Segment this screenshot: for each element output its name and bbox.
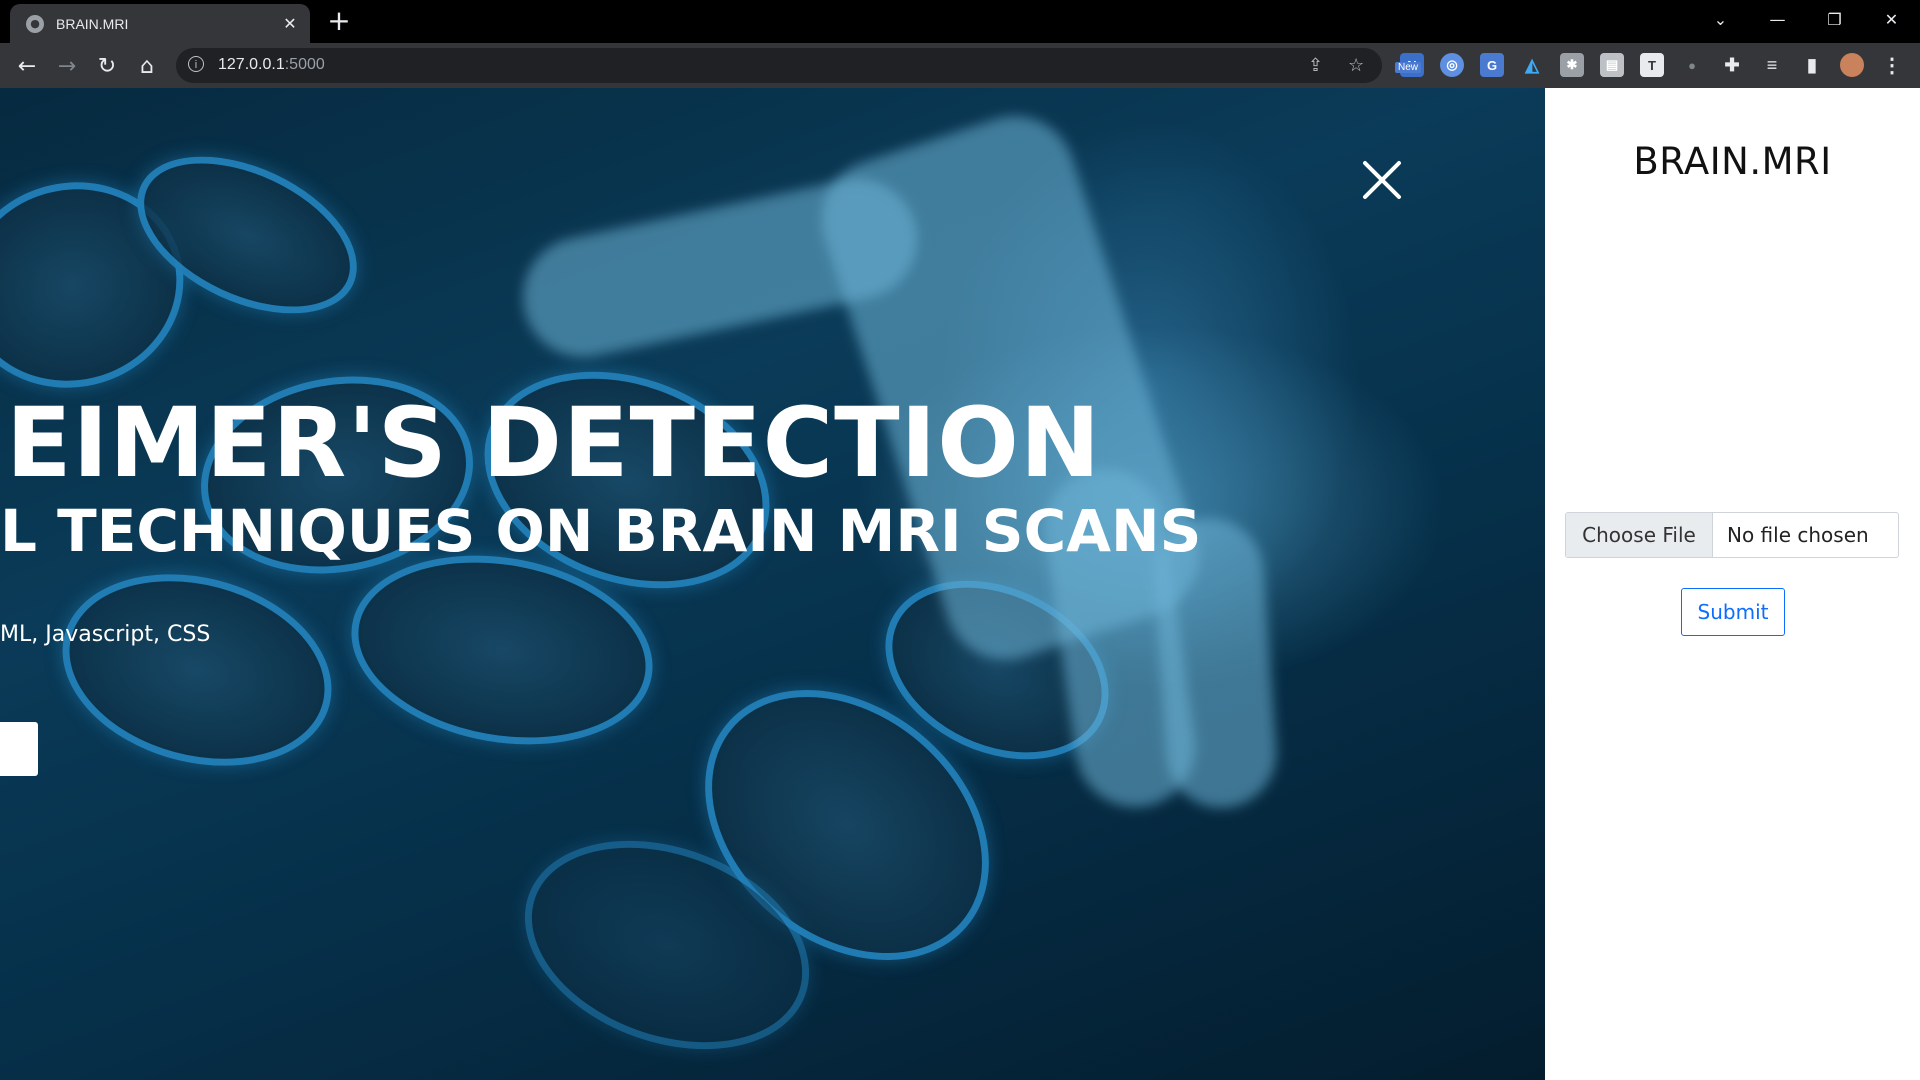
extension-puzzle-grey-icon[interactable]: ✱ [1560, 53, 1584, 77]
home-button[interactable]: ⌂ [132, 51, 162, 81]
globe-icon: ● [26, 14, 44, 33]
media-control-icon[interactable]: ≡ [1760, 53, 1784, 77]
side-panel-icon[interactable]: ▮ [1800, 53, 1824, 77]
extension-search-icon[interactable]: ◎ [1440, 53, 1464, 77]
tab-title: BRAIN.MRI [56, 15, 129, 32]
browser-menu-icon[interactable]: ⋮ [1880, 53, 1904, 77]
file-input[interactable]: Choose File No file chosen [1565, 512, 1899, 558]
extension-text-icon[interactable]: T [1640, 53, 1664, 77]
site-info-icon[interactable]: i [188, 56, 204, 72]
profile-avatar[interactable] [1840, 53, 1864, 77]
translate-icon[interactable]: G [1480, 53, 1504, 77]
extension-wave-icon[interactable]: ◭ [1520, 53, 1544, 77]
hero-title: EIMER'S DETECTION [6, 387, 1102, 499]
file-status-text: No file chosen [1727, 523, 1869, 547]
back-button[interactable]: ← [12, 51, 42, 81]
restore-button[interactable]: ❐ [1806, 0, 1863, 38]
hero-section: EIMER'S DETECTION L TECHNIQUES ON BRAIN … [0, 88, 1545, 1080]
page-viewport: EIMER'S DETECTION L TECHNIQUES ON BRAIN … [0, 88, 1920, 1080]
extension-doc-icon[interactable]: ▤ [1600, 53, 1624, 77]
upload-panel: BRAIN.MRI Choose File No file chosen Sub… [1545, 88, 1920, 1080]
tab-strip: ● BRAIN.MRI ✕ + ⌄ — ❐ ✕ [0, 0, 1920, 43]
browser-tab[interactable]: ● BRAIN.MRI ✕ [10, 4, 310, 43]
brand-title: BRAIN.MRI [1633, 140, 1832, 183]
share-icon[interactable]: ⇪ [1308, 55, 1323, 76]
extension-new-badge: New [1395, 62, 1422, 73]
reload-button[interactable]: ↻ [92, 51, 122, 81]
address-bar[interactable]: i 127.0.0.1:5000 ⇪ ☆ [176, 48, 1382, 83]
close-overlay-icon[interactable] [1360, 158, 1404, 202]
choose-file-button[interactable]: Choose File [1566, 513, 1713, 557]
new-tab-button[interactable]: + [325, 7, 353, 36]
hero-cta-button[interactable] [0, 722, 38, 776]
submit-button[interactable]: Submit [1681, 588, 1785, 636]
hero-tech-stack: ML, Javascript, CSS [0, 622, 211, 647]
browser-toolbar: ← → ↻ ⌂ i 127.0.0.1:5000 ⇪ ☆ N ◎ G ◭ ✱ ▤… [0, 43, 1920, 88]
window-close-button[interactable]: ✕ [1863, 0, 1920, 38]
extensions-puzzle-icon[interactable]: ✚ [1720, 53, 1744, 77]
address-url[interactable]: 127.0.0.1:5000 [218, 56, 325, 74]
forward-button[interactable]: → [52, 51, 82, 81]
window-controls: ⌄ — ❐ ✕ [1692, 0, 1920, 38]
mri-scan-image [40, 545, 354, 795]
extension-drop-icon[interactable]: ● [1680, 53, 1704, 77]
bookmark-star-icon[interactable]: ☆ [1348, 55, 1364, 76]
hero-subtitle: L TECHNIQUES ON BRAIN MRI SCANS [0, 497, 1202, 565]
minimize-button[interactable]: — [1749, 0, 1806, 38]
tab-close-icon[interactable]: ✕ [280, 14, 300, 34]
tab-search-chevron-icon[interactable]: ⌄ [1692, 0, 1749, 38]
